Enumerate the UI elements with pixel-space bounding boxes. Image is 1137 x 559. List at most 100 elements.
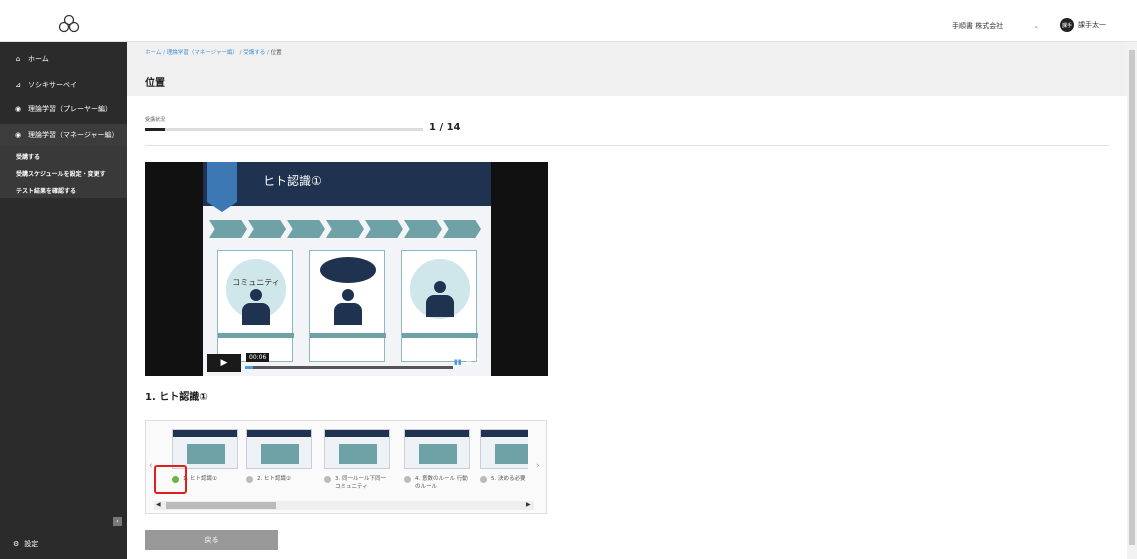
breadcrumb: ホーム / 理論学習（マネージャー編） / 受講する / 位置 [145, 50, 282, 56]
slide-step [365, 220, 403, 238]
slide-header: ヒト認識① [203, 162, 491, 212]
lesson-thumb-4[interactable]: 4. 意数のルール 行動のルール [404, 429, 470, 491]
video-control-icons: ▮▮ ⚙ ⛶ [450, 358, 481, 367]
slide-title: ヒト認識① [263, 174, 322, 188]
sidebar: ⌂ ホーム ⊿ ソシキサーベイ ◉ 理論学習（プレーヤー編） ◉ 理論学習（マネ… [0, 42, 127, 559]
slide-step [443, 220, 481, 238]
sidebar-item-player-course[interactable]: ◉ 理論学習（プレーヤー編） [0, 98, 127, 120]
sidebar-item-label: 理論学習（プレーヤー編） [28, 105, 112, 113]
lesson-thumb-5[interactable]: 5. 決める必要 [480, 429, 528, 483]
scrubber-fill [245, 366, 254, 369]
sidebar-item-label: 理論学習（マネージャー編） [28, 131, 119, 139]
settings-label: 設定 [24, 540, 39, 548]
page-title: 位置 [145, 78, 165, 89]
video-player[interactable]: ヒト認識① コミュニティ ▶ 00:06 ▮▮ ⚙ ⛶ [145, 162, 548, 376]
thumb-image [246, 429, 312, 469]
sidebar-subitem-schedule[interactable]: 受講スケジュールを設定・変更す [0, 165, 127, 181]
slide-steps [209, 220, 482, 238]
sidebar-item-manager-course[interactable]: ◉ 理論学習（マネージャー編） [0, 124, 127, 146]
panel-text: コミュニティ [232, 278, 280, 287]
panel-bar [310, 333, 386, 338]
logo-icon[interactable] [58, 14, 80, 36]
scrollbar-thumb[interactable] [166, 502, 276, 509]
page-scrollbar[interactable] [1127, 42, 1137, 559]
volume-icon[interactable]: ▮▮ [454, 358, 462, 367]
slide-step [404, 220, 442, 238]
lesson-carousel: ‹ 1. ヒト認識① 2. ヒト認識② 3. 同一ルール下同一コミュニティ 4.… [145, 420, 547, 514]
gear-icon: ⚙ [13, 540, 20, 548]
scroll-right-icon[interactable]: ▶ [526, 501, 531, 508]
thumb-label: 5. 決める必要 [491, 476, 526, 482]
back-button[interactable]: 戻る [145, 530, 278, 550]
thumb-image [324, 429, 390, 469]
progress-bar [145, 128, 423, 131]
play-circle-icon: ◉ [14, 105, 22, 113]
progress-count: 1 / 14 [429, 122, 461, 133]
company-name: 手順書 株式会社 [952, 22, 1004, 30]
progress-label: 受講状況 [145, 117, 166, 123]
page-scrollbar-thumb[interactable] [1129, 50, 1135, 545]
divider [145, 145, 1109, 146]
sidebar-item-label: ソシキサーベイ [28, 81, 77, 89]
status-circle-icon [324, 476, 331, 483]
carousel-prev-icon[interactable]: ‹ [149, 461, 153, 471]
breadcrumb-course[interactable]: 理論学習（マネージャー編） [167, 50, 238, 56]
video-time: 00:06 [246, 353, 270, 362]
slide-step [326, 220, 364, 238]
sidebar-subitem-attend[interactable]: 受講する [0, 148, 127, 164]
breadcrumb-current: 位置 [270, 50, 282, 56]
carousel-scrollbar[interactable]: ◀ ▶ [154, 501, 534, 510]
top-bar: 手順書 株式会社 ⌄ 課手 課手太一 [0, 6, 1137, 42]
play-circle-icon: ◉ [14, 131, 22, 139]
lesson-title: 1. ヒト認識① [145, 392, 208, 403]
thumb-label: 3. 同一ルール下同一コミュニティ [335, 476, 386, 490]
slide-step [209, 220, 247, 238]
settings-link[interactable]: ⚙ 設定 [13, 539, 38, 549]
person-icon [334, 289, 362, 329]
slide-panel-center [309, 250, 386, 362]
settings-gear-icon[interactable]: ⚙ [466, 358, 472, 367]
thumb-label: 1. ヒト認識① [183, 476, 217, 482]
status-circle-icon [404, 476, 411, 483]
collapse-sidebar-button[interactable]: ‹ [113, 517, 122, 526]
page-header: ホーム / 理論学習（マネージャー編） / 受講する / 位置 位置 [127, 42, 1127, 96]
thumb-image [480, 429, 528, 469]
lesson-thumb-3[interactable]: 3. 同一ルール下同一コミュニティ [324, 429, 390, 491]
fullscreen-icon[interactable]: ⛶ [476, 358, 481, 367]
current-lesson-highlight [154, 465, 187, 494]
chart-icon: ⊿ [15, 81, 21, 89]
video-slide: ヒト認識① コミュニティ [203, 162, 491, 376]
play-icon: ▶ [220, 358, 228, 368]
company-selector[interactable]: 手順書 株式会社 ⌄ [952, 21, 1039, 31]
slide-ribbon [207, 162, 237, 212]
home-icon: ⌂ [15, 55, 21, 63]
avatar: 課手 [1060, 18, 1074, 32]
sidebar-item-label: ホーム [28, 55, 49, 63]
user-name: 課手太一 [1078, 21, 1106, 29]
chevron-down-icon: ⌄ [1033, 22, 1040, 30]
thumb-label: 2. ヒト認識② [257, 476, 291, 482]
lesson-thumb-2[interactable]: 2. ヒト認識② [246, 429, 312, 483]
panel-bar [218, 333, 294, 338]
panel-bar [402, 333, 478, 338]
scroll-left-icon[interactable]: ◀ [156, 501, 161, 508]
slide-step [248, 220, 286, 238]
video-scrubber[interactable] [245, 366, 453, 369]
person-icon [426, 281, 454, 321]
main-content: ホーム / 理論学習（マネージャー編） / 受講する / 位置 位置 受講状況 … [127, 42, 1127, 559]
thumb-label: 4. 意数のルール 行動のルール [415, 476, 468, 490]
status-circle-icon [480, 476, 487, 483]
slide-panel-community: コミュニティ [217, 250, 294, 362]
user-menu[interactable]: 課手 課手太一 [1060, 18, 1106, 32]
play-button[interactable]: ▶ [207, 354, 241, 372]
video-controls: ▶ 00:06 ▮▮ ⚙ ⛶ [145, 350, 548, 376]
sidebar-item-survey[interactable]: ⊿ ソシキサーベイ [0, 74, 127, 96]
breadcrumb-attend[interactable]: 受講する [243, 50, 265, 56]
breadcrumb-home[interactable]: ホーム [145, 50, 161, 56]
progress-fill [145, 128, 165, 131]
sidebar-item-home[interactable]: ⌂ ホーム [0, 48, 127, 70]
speech-bubble [320, 257, 376, 283]
thumb-image [404, 429, 470, 469]
carousel-next-icon[interactable]: › [536, 461, 540, 471]
sidebar-subitem-test-results[interactable]: テスト結果を確認する [0, 182, 127, 198]
